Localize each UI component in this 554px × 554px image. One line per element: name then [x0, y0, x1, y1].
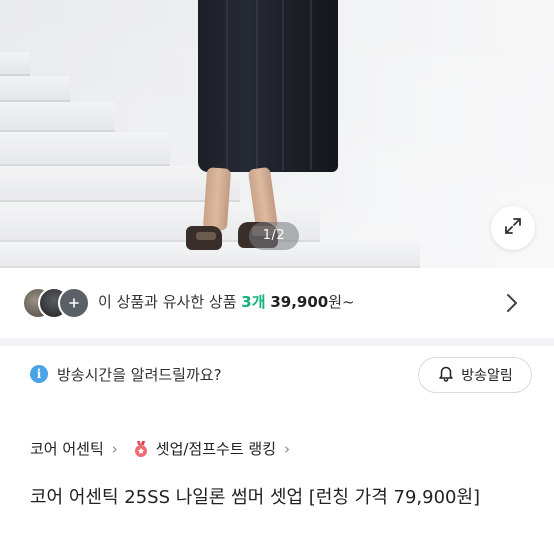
breadcrumb-brand[interactable]: 코어 어센틱 [30, 438, 104, 459]
medal-icon [132, 440, 150, 458]
similar-products-text: 이 상품과 유사한 상품 3개 39,900원~ [98, 291, 355, 312]
section-divider [0, 338, 554, 346]
plus-icon [58, 287, 90, 319]
product-image[interactable]: 1/2 [0, 0, 554, 268]
similar-count: 3개 [241, 293, 266, 311]
broadcast-alarm-label: 방송알림 [461, 368, 513, 384]
chevron-right-icon: › [284, 439, 291, 458]
similar-products-bar[interactable]: 이 상품과 유사한 상품 3개 39,900원~ [0, 268, 554, 338]
sandal-strap [196, 232, 216, 240]
info-icon: i [30, 365, 48, 383]
chevron-right-icon[interactable] [505, 292, 519, 318]
broadcast-alarm-button[interactable]: 방송알림 [418, 357, 532, 393]
broadcast-question: 방송시간을 알려드릴까요? [57, 366, 222, 384]
breadcrumb: 코어 어센틱 › 셋업/점프수트 랭킹 › [30, 438, 304, 459]
similar-thumbnails [22, 287, 94, 319]
similar-price: 39,900 [270, 293, 329, 311]
product-title: 코어 어센틱 25SS 나일론 썸머 셋업 [런칭 가격 79,900원] [30, 487, 481, 508]
similar-price-suffix: 원~ [328, 293, 355, 311]
leg [202, 167, 232, 231]
expand-diagonal-icon [503, 216, 523, 240]
breadcrumb-ranking[interactable]: 셋업/점프수트 랭킹 [156, 438, 276, 459]
chevron-right-icon: › [111, 439, 118, 458]
expand-button[interactable] [491, 206, 535, 250]
bell-icon [437, 364, 455, 386]
similar-text-prefix: 이 상품과 유사한 상품 [98, 293, 237, 311]
skirt [198, 0, 338, 172]
image-counter: 1/2 [249, 222, 299, 250]
